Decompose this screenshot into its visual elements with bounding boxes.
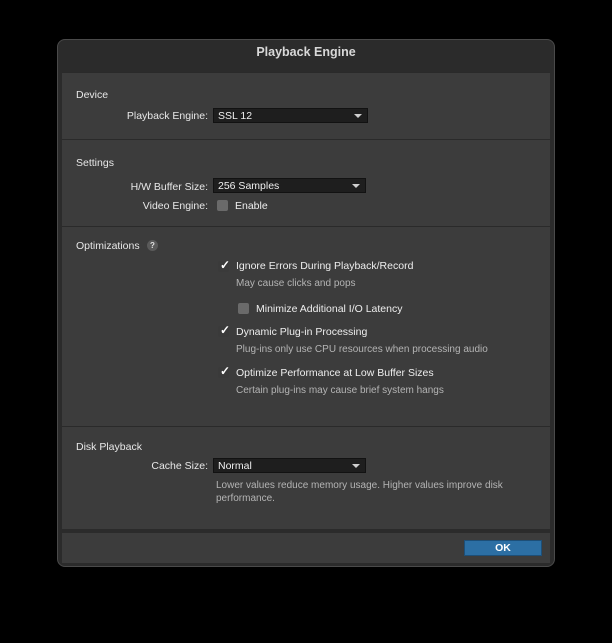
check-icon: ✓	[220, 364, 231, 378]
ignore-errors-checkbox[interactable]: ✓	[218, 258, 231, 272]
disk-playback-section-title: Disk Playback	[76, 441, 142, 453]
cache-size-hint-line2: performance.	[216, 493, 275, 504]
chevron-down-icon	[352, 464, 360, 468]
minimize-latency-label: Minimize Additional I/O Latency	[256, 303, 403, 315]
dynamic-plugin-label: Dynamic Plug-in Processing	[236, 326, 368, 338]
playback-engine-select[interactable]: SSL 12	[213, 108, 368, 123]
cache-size-select[interactable]: Normal	[213, 458, 366, 473]
minimize-latency-checkbox[interactable]	[238, 303, 249, 314]
video-engine-enable-label: Enable	[235, 200, 268, 212]
playback-engine-value: SSL 12	[218, 110, 253, 122]
dynamic-plugin-checkbox[interactable]: ✓	[218, 323, 231, 337]
playback-engine-dialog: Playback Engine Device Playback Engine: …	[57, 39, 555, 567]
optimize-performance-label: Optimize Performance at Low Buffer Sizes	[236, 367, 434, 379]
ok-button[interactable]: OK	[464, 540, 542, 556]
check-icon: ✓	[220, 323, 231, 337]
help-icon[interactable]: ?	[147, 240, 158, 251]
buffer-size-select[interactable]: 256 Samples	[213, 178, 366, 193]
optimize-performance-checkbox[interactable]: ✓	[218, 364, 231, 378]
settings-section-title: Settings	[76, 157, 114, 169]
buffer-size-value: 256 Samples	[218, 180, 280, 192]
video-engine-label: Video Engine:	[142, 200, 208, 212]
dialog-title: Playback Engine	[256, 45, 356, 59]
cache-size-label: Cache Size:	[151, 460, 208, 472]
dialog-footer: OK	[62, 533, 550, 563]
cache-size-value: Normal	[218, 460, 252, 472]
optimizations-section-title: Optimizations	[76, 240, 140, 252]
buffer-size-label: H/W Buffer Size:	[130, 181, 208, 193]
chevron-down-icon	[354, 114, 362, 118]
optimize-performance-hint: Certain plug-ins may cause brief system …	[236, 385, 444, 396]
dynamic-plugin-hint: Plug-ins only use CPU resources when pro…	[236, 344, 488, 355]
device-section-title: Device	[76, 89, 109, 101]
ignore-errors-hint: May cause clicks and pops	[236, 278, 356, 289]
check-icon: ✓	[220, 258, 231, 272]
settings-panel: Device Playback Engine: SSL 12 Settings …	[62, 72, 550, 529]
divider	[62, 139, 550, 140]
ignore-errors-label: Ignore Errors During Playback/Record	[236, 260, 414, 272]
divider	[62, 426, 550, 427]
video-engine-checkbox[interactable]	[217, 200, 228, 211]
playback-engine-label: Playback Engine:	[126, 110, 208, 122]
divider	[62, 226, 550, 227]
cache-size-hint-line1: Lower values reduce memory usage. Higher…	[216, 480, 503, 491]
chevron-down-icon	[352, 184, 360, 188]
